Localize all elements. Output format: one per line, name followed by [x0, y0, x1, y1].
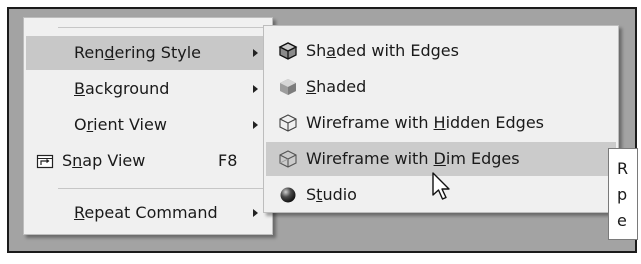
menu-item-label: Background: [74, 79, 170, 98]
tooltip-line: e: [617, 211, 627, 230]
tooltip-line: R: [617, 159, 629, 178]
mouse-cursor-icon: [432, 172, 450, 200]
wireframe-dim-icon: [279, 150, 297, 168]
submenu-item-label: Wireframe with Hidden Edges: [306, 113, 545, 132]
menu-item-orient-view[interactable]: Orient View: [26, 108, 270, 142]
submenu-item-label: Shaded: [306, 77, 367, 96]
submenu-arrow-icon: [253, 49, 258, 57]
shaded-with-edges-icon: [278, 42, 298, 60]
menu-item-background[interactable]: Background: [26, 72, 270, 106]
submenu-item-shaded-with-edges[interactable]: Shaded with Edges: [266, 34, 616, 68]
menu-item-label: Snap View: [62, 151, 146, 170]
submenu-arrow-icon: [253, 121, 258, 129]
submenu-arrow-icon: [253, 85, 258, 93]
menu-separator: [58, 27, 264, 28]
wireframe-hidden-icon: [279, 114, 297, 132]
menu-item-rendering-style[interactable]: Rendering Style: [26, 36, 270, 70]
snap-view-icon: [36, 154, 54, 169]
menu-separator: [58, 188, 264, 189]
app-backdrop: Rendering Style Background Orient View S…: [7, 7, 637, 253]
menu-item-label: Repeat Command: [74, 203, 218, 222]
studio-icon: [280, 187, 296, 203]
shortcut-label: F8: [218, 151, 238, 170]
context-menu: Rendering Style Background Orient View S…: [23, 17, 273, 235]
menu-item-snap-view[interactable]: Snap View F8: [26, 144, 270, 178]
submenu-item-label: Wireframe with Dim Edges: [306, 149, 520, 168]
tooltip-line: p: [617, 185, 628, 204]
menu-item-label: Orient View: [74, 115, 167, 134]
tooltip: R p e: [608, 148, 638, 240]
shaded-icon: [280, 79, 296, 95]
submenu-item-shaded[interactable]: Shaded: [266, 70, 616, 104]
submenu-item-label: Studio: [306, 185, 357, 204]
menu-item-repeat-command[interactable]: Repeat Command: [26, 196, 270, 230]
menu-item-label: Rendering Style: [74, 43, 201, 62]
submenu-item-wireframe-hidden-edges[interactable]: Wireframe with Hidden Edges: [266, 106, 616, 140]
submenu-item-label: Shaded with Edges: [306, 41, 459, 60]
submenu-arrow-icon: [253, 209, 258, 217]
